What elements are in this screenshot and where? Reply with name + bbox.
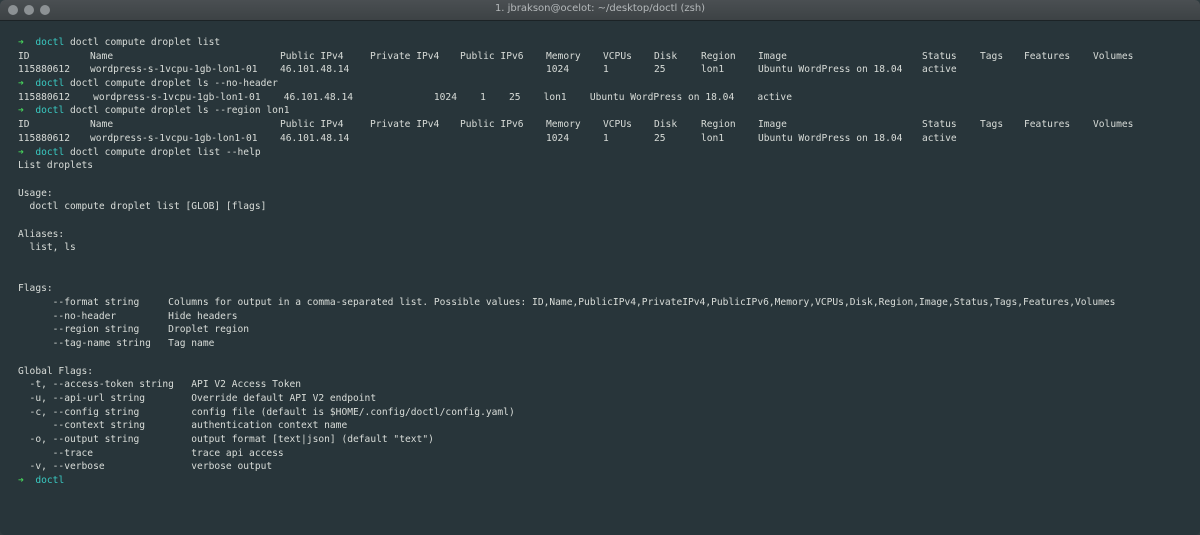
help-line: doctl compute droplet list [GLOB] [flags…	[18, 201, 267, 213]
table-header-cell: Image	[758, 119, 787, 131]
table-header-cell: Volumes	[1093, 50, 1134, 62]
help-line: list, ls	[18, 242, 76, 254]
help-line: Aliases:	[18, 228, 65, 240]
table-row-cell: 1024	[546, 132, 570, 144]
prompt-line: ➜ doctl doctl compute droplet ls --regio…	[18, 104, 1190, 118]
table-row-cell: 1	[603, 64, 609, 76]
help-line	[18, 214, 1190, 228]
help-line: Usage:	[18, 187, 53, 199]
prompt-directory: doctl	[35, 37, 65, 48]
table-row-cell: wordpress-s-1vcpu-1gb-lon1-01	[90, 132, 258, 144]
prompt-line: ➜ doctl	[18, 474, 1190, 488]
prompt-arrow-icon: ➜	[18, 78, 24, 90]
title-bar: 1. jbrakson@ocelot: ~/desktop/doctl (zsh…	[0, 0, 1200, 21]
help-line	[18, 269, 1190, 283]
command-text: doctl compute droplet ls --no-header	[70, 78, 278, 90]
help-line: Global Flags:	[18, 365, 94, 377]
table-row: 115880612 wordpress-s-1vcpu-1gb-lon1-01 46…	[18, 132, 1190, 146]
table-header-cell: Public IPv6	[460, 119, 524, 131]
table-header-cell: Name	[90, 119, 114, 131]
table-header-cell: Region	[701, 50, 736, 62]
table-row-cell: 46.101.48.14	[280, 64, 350, 76]
table-header: ID Name Public IPv4 Private IPv4 Public IPv6…	[18, 50, 1190, 64]
table-header-cell: Volumes	[1093, 119, 1134, 131]
prompt-directory: doctl	[35, 105, 65, 117]
table-row-cell: Ubuntu WordPress on 18.04	[758, 64, 903, 76]
table-row-cell: active	[922, 64, 957, 76]
help-line	[18, 255, 1190, 269]
help-line: List droplets	[18, 160, 94, 172]
table-row-cell: 25	[654, 64, 666, 76]
table-header-cell: Disk	[654, 119, 678, 131]
command-text: doctl compute droplet list	[70, 37, 221, 48]
table-row-cell: wordpress-s-1vcpu-1gb-lon1-01	[90, 64, 258, 76]
help-line: -t, --access-token string API V2 Access …	[18, 379, 302, 391]
help-line	[18, 173, 1190, 187]
table-row-cell: 1024	[546, 64, 570, 76]
table-header-cell: Public IPv6	[460, 50, 524, 62]
table-header-cell: Public IPv4	[280, 119, 344, 131]
table-header: ID Name Public IPv4 Private IPv4 Public IPv6…	[18, 118, 1190, 132]
table-header-cell: Tags	[980, 50, 1004, 62]
prompt-arrow-icon: ➜	[18, 105, 24, 117]
table-row-cell: lon1	[701, 64, 725, 76]
table-header-cell: Memory	[546, 119, 581, 131]
help-line: --format string Columns for output in a …	[18, 297, 1116, 309]
table-header-cell: Memory	[546, 50, 581, 62]
table-header-cell: Region	[701, 119, 736, 131]
prompt-directory: doctl	[35, 78, 65, 90]
command-text: doctl compute droplet list --help	[70, 146, 261, 158]
table-row-cell: Ubuntu WordPress on 18.04	[758, 132, 903, 144]
table-header-cell: Private IPv4	[370, 50, 440, 62]
table-row-cell: 115880612	[18, 132, 70, 144]
help-line: -v, --verbose verbose output	[18, 461, 273, 473]
table-row-cell: 46.101.48.14	[280, 132, 350, 144]
table-header-cell: Status	[922, 119, 957, 131]
help-line: Flags:	[18, 283, 53, 295]
prompt-directory: doctl	[35, 146, 65, 158]
prompt-line: ➜ doctl doctl compute droplet list --hel…	[18, 146, 1190, 160]
table-header-cell: Image	[758, 50, 787, 62]
help-line	[18, 351, 1190, 365]
table-header-cell: ID	[18, 50, 30, 62]
terminal-output[interactable]: ➜ doctl doctl compute droplet list ID Name…	[18, 36, 1190, 535]
prompt-arrow-icon: ➜	[18, 475, 24, 486]
help-line: --trace trace api access	[18, 447, 284, 459]
table-row-cell: active	[922, 132, 957, 144]
table-header-cell: Tags	[980, 119, 1004, 131]
help-line: --tag-name string Tag name	[18, 338, 215, 350]
table-header-cell: Disk	[654, 50, 678, 62]
help-line: --region string Droplet region	[18, 324, 250, 336]
table-header-cell: Name	[90, 50, 114, 62]
table-header-cell: Features	[1024, 50, 1071, 62]
help-line: --context string authentication context …	[18, 420, 348, 432]
table-header-cell: VCPUs	[603, 50, 632, 62]
table-header-cell: Features	[1024, 119, 1071, 131]
table-row-cell: 25	[654, 132, 666, 144]
help-line: --no-header Hide headers	[18, 310, 238, 322]
prompt-line: ➜ doctl doctl compute droplet list	[18, 36, 1190, 50]
help-line: -u, --api-url string Override default AP…	[18, 392, 377, 404]
table-row-cell: 1	[603, 132, 609, 144]
table-row-cell: lon1	[701, 132, 725, 144]
terminal-window: 1. jbrakson@ocelot: ~/desktop/doctl (zsh…	[0, 0, 1200, 535]
prompt-arrow-icon: ➜	[18, 146, 24, 158]
table-header-cell: Status	[922, 50, 957, 62]
window-title: 1. jbrakson@ocelot: ~/desktop/doctl (zsh…	[494, 3, 706, 14]
table-row-cell: 115880612	[18, 64, 70, 76]
table-header-cell: VCPUs	[603, 119, 632, 131]
output-line: 115880612 wordpress-s-1vcpu-1gb-lon1-01 …	[18, 91, 792, 103]
table-header-cell: Public IPv4	[280, 50, 344, 62]
table-header-cell: Private IPv4	[370, 119, 440, 131]
prompt-directory: doctl	[35, 475, 65, 486]
command-text: doctl compute droplet ls --region lon1	[70, 105, 290, 117]
table-row: 115880612 wordpress-s-1vcpu-1gb-lon1-01 46…	[18, 63, 1190, 77]
prompt-arrow-icon: ➜	[18, 37, 24, 48]
help-line: -c, --config string config file (default…	[18, 406, 515, 418]
table-header-cell: ID	[18, 119, 30, 131]
help-line: -o, --output string output format [text|…	[18, 433, 434, 445]
prompt-line: ➜ doctl doctl compute droplet ls --no-he…	[18, 77, 1190, 91]
